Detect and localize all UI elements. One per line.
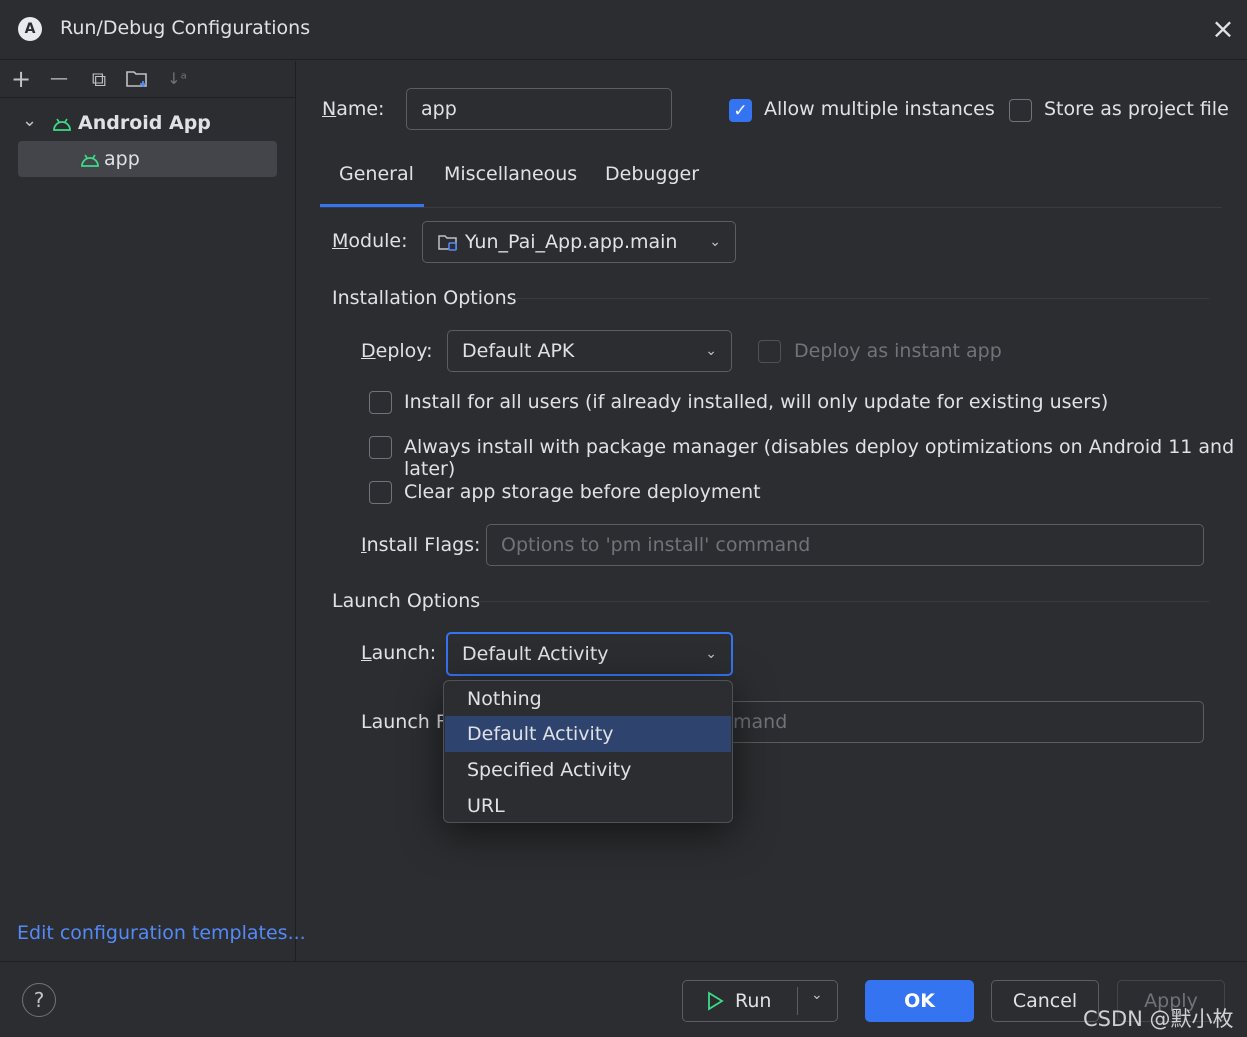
launch-option-default-activity[interactable]: Default Activity xyxy=(445,716,731,752)
install-all-users-label[interactable]: Install for all users (if already instal… xyxy=(404,391,1108,413)
store-as-project-file-label[interactable]: Store as project file xyxy=(1044,98,1229,120)
launch-option-specified-activity[interactable]: Specified Activity xyxy=(445,752,731,788)
window-title: Run/Debug Configurations xyxy=(60,17,311,39)
install-flags-label: Install Flags: xyxy=(361,534,481,556)
chevron-down-icon: ⌄ xyxy=(709,234,721,250)
launch-flags-placeholder: mand xyxy=(733,711,788,733)
always-install-package-manager-label[interactable]: Always install with package manager (dis… xyxy=(404,436,1247,480)
run-button[interactable]: Run ⌄ xyxy=(682,980,838,1022)
tab-miscellaneous[interactable]: Miscellaneous xyxy=(444,163,577,185)
close-icon[interactable]: × xyxy=(1208,12,1238,46)
clear-app-storage-checkbox[interactable] xyxy=(369,481,392,504)
launch-option-url[interactable]: URL xyxy=(445,788,731,824)
clear-app-storage-label[interactable]: Clear app storage before deployment xyxy=(404,481,761,503)
chevron-down-icon: ⌄ xyxy=(705,343,717,359)
launch-value: Default Activity xyxy=(462,643,609,665)
android-studio-logo-icon: A xyxy=(18,17,42,41)
chevron-down-icon[interactable]: ⌄ xyxy=(22,110,37,131)
installation-options-heading: Installation Options xyxy=(332,287,517,309)
deploy-instant-app-checkbox[interactable] xyxy=(758,340,781,363)
module-folder-icon xyxy=(438,235,457,251)
always-install-package-manager-checkbox[interactable] xyxy=(369,436,392,459)
configuration-tree-pane xyxy=(0,61,296,961)
launch-label: Launch: xyxy=(361,642,437,664)
module-label: Module: xyxy=(332,230,408,252)
deploy-value: Default APK xyxy=(462,340,575,362)
help-icon[interactable]: ? xyxy=(22,983,56,1017)
edit-configuration-templates-link[interactable]: Edit configuration templates... xyxy=(17,922,306,944)
install-flags-placeholder: Options to 'pm install' command xyxy=(501,534,811,556)
tree-group-android-app[interactable]: Android App xyxy=(78,112,211,134)
allow-multiple-instances-checkbox[interactable]: ✓ xyxy=(729,99,752,122)
install-flags-input[interactable]: Options to 'pm install' command xyxy=(486,524,1204,566)
deploy-instant-app-label: Deploy as instant app xyxy=(794,340,1002,362)
tab-general[interactable]: General xyxy=(339,163,414,185)
tab-debugger[interactable]: Debugger xyxy=(605,163,699,185)
footer-divider xyxy=(0,961,1247,962)
launch-options-popup: Nothing Default Activity Specified Activ… xyxy=(443,680,733,823)
sort-icon[interactable]: ↓ᵃ xyxy=(164,66,190,92)
launch-flags-label: Launch Fl xyxy=(361,711,453,733)
chevron-down-icon[interactable]: ⌄ xyxy=(811,987,823,1003)
run-button-label: Run xyxy=(735,990,772,1012)
name-input[interactable]: app xyxy=(406,88,672,130)
name-label: Name: xyxy=(322,98,385,120)
launch-option-nothing[interactable]: Nothing xyxy=(445,681,731,717)
run-icon xyxy=(708,991,724,1011)
add-configuration-icon[interactable]: + xyxy=(8,66,34,92)
allow-multiple-instances-label[interactable]: Allow multiple instances xyxy=(764,98,995,120)
copy-configuration-icon[interactable]: ⧉ xyxy=(86,66,112,92)
ok-button[interactable]: OK xyxy=(865,980,974,1022)
chevron-down-icon: ⌄ xyxy=(705,646,717,662)
active-tab-indicator xyxy=(320,204,424,207)
section-divider xyxy=(476,601,1209,602)
store-as-project-file-checkbox[interactable] xyxy=(1009,99,1032,122)
deploy-dropdown[interactable]: Default APK ⌄ xyxy=(447,330,732,372)
run-button-divider xyxy=(797,987,798,1015)
module-value: Yun_Pai_App.app.main xyxy=(465,231,678,253)
tree-item-app[interactable] xyxy=(18,141,277,177)
watermark-text: CSDN @默小枚 xyxy=(1083,1007,1234,1031)
section-divider xyxy=(512,298,1209,299)
module-dropdown[interactable]: Yun_Pai_App.app.main ⌄ xyxy=(422,221,736,263)
deploy-label: Deploy: xyxy=(361,340,433,362)
launch-options-heading: Launch Options xyxy=(332,590,481,612)
tree-item-app-label: app xyxy=(104,148,140,170)
toolbar-divider xyxy=(0,97,296,98)
android-icon xyxy=(52,116,72,136)
install-all-users-checkbox[interactable] xyxy=(369,391,392,414)
remove-configuration-icon[interactable]: — xyxy=(46,66,72,92)
new-folder-icon[interactable] xyxy=(124,66,150,92)
android-icon xyxy=(80,152,100,172)
tabs-divider xyxy=(320,207,1222,208)
launch-dropdown[interactable]: Default Activity ⌄ xyxy=(446,632,733,676)
